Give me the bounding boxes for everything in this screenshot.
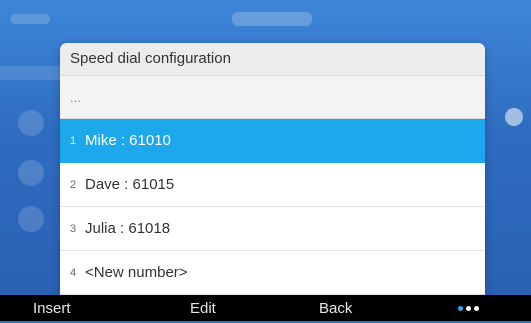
background-header-title xyxy=(232,12,312,26)
more-dot xyxy=(458,306,463,311)
more-dot xyxy=(466,306,471,311)
background-status-dot xyxy=(505,108,523,126)
edit-softkey[interactable]: Edit xyxy=(190,295,216,321)
entry-label: Dave : 61015 xyxy=(85,176,175,193)
more-dots-icon[interactable] xyxy=(458,306,479,312)
background-header-element xyxy=(10,14,50,24)
softkey-bar: Insert Edit Back xyxy=(0,295,531,321)
background-line-key xyxy=(0,66,60,80)
speed-dial-entry-new[interactable]: 4 <New number> xyxy=(60,251,485,295)
entry-index: 2 xyxy=(70,178,77,191)
speed-dial-entry[interactable]: 1 Mike : 61010 xyxy=(60,119,485,163)
insert-softkey[interactable]: Insert xyxy=(33,295,71,321)
entry-label: Mike : 61010 xyxy=(85,132,171,149)
entry-label: <New number> xyxy=(85,264,188,281)
more-dot xyxy=(474,306,479,311)
ellipsis-row[interactable]: ... xyxy=(60,76,485,119)
background-line-icon xyxy=(18,160,44,186)
dialog-title: Speed dial configuration xyxy=(60,43,485,76)
entry-label: Julia : 61018 xyxy=(85,220,171,237)
background-line-icon xyxy=(18,206,44,232)
speed-dial-entry[interactable]: 3 Julia : 61018 xyxy=(60,207,485,251)
back-softkey[interactable]: Back xyxy=(319,295,352,321)
entry-index: 1 xyxy=(70,134,77,147)
speed-dial-dialog: Speed dial configuration ... 1 Mike : 61… xyxy=(60,43,485,295)
entry-index: 3 xyxy=(70,222,77,235)
speed-dial-entry[interactable]: 2 Dave : 61015 xyxy=(60,163,485,207)
entry-index: 4 xyxy=(70,266,77,279)
background-line-icon xyxy=(18,110,44,136)
